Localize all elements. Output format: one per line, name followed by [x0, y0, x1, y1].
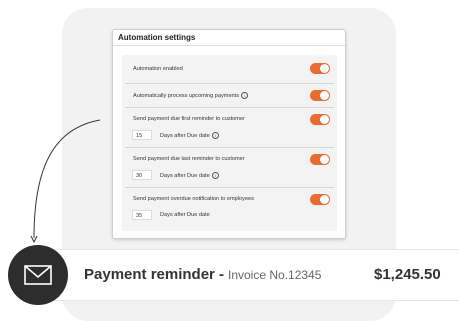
invoice-number: Invoice No.12345 — [228, 268, 322, 282]
envelope-icon — [24, 265, 52, 285]
connector-line — [33, 119, 101, 239]
payment-reminder-bar: Payment reminder - Invoice No.12345 $1,2… — [48, 249, 459, 301]
reminder-amount: $1,245.50 — [374, 266, 441, 283]
mail-circle — [8, 245, 68, 305]
reminder-title: Payment reminder - — [84, 266, 225, 283]
